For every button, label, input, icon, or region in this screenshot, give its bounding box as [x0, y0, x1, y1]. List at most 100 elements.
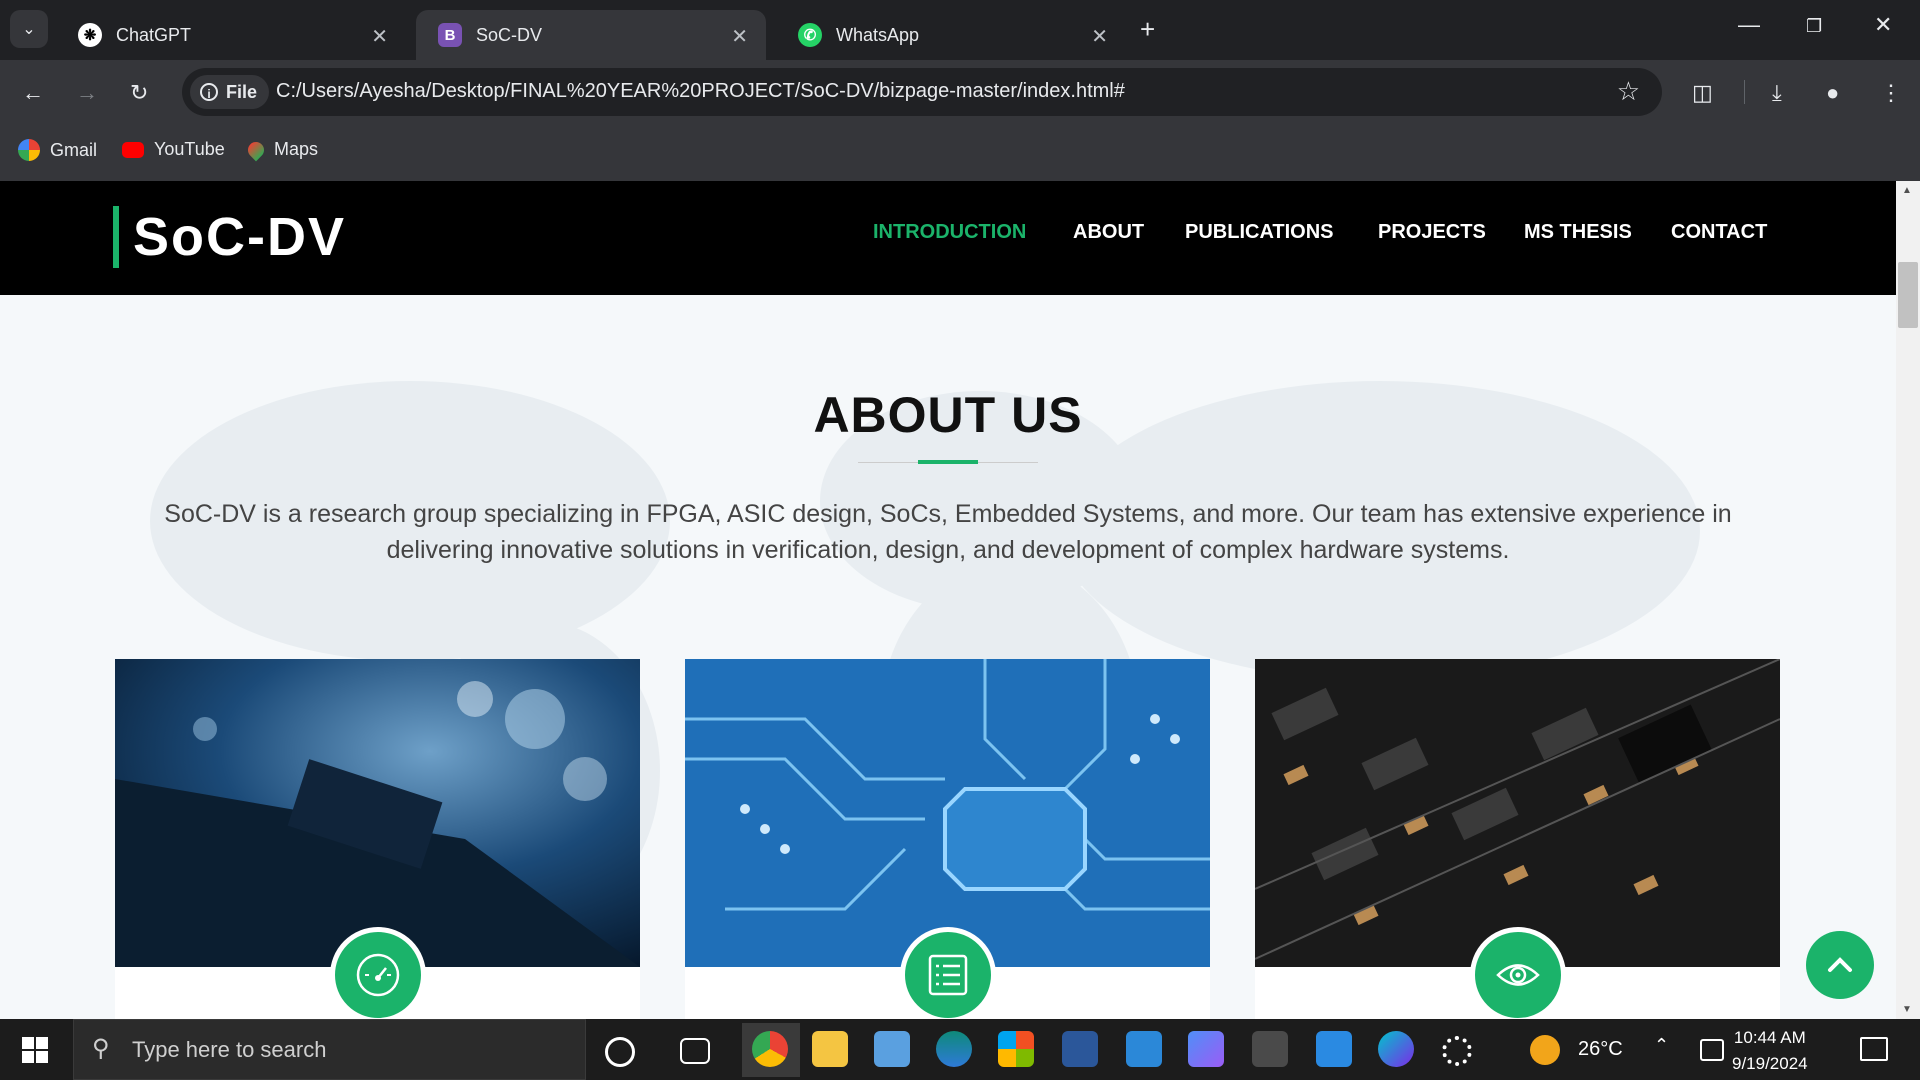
- info-icon: i: [200, 83, 218, 101]
- star-icon[interactable]: ☆: [1617, 76, 1640, 107]
- reload-button[interactable]: ↻: [130, 80, 148, 106]
- card-badge: [1470, 927, 1566, 1019]
- mail-icon[interactable]: [1126, 1031, 1162, 1067]
- forward-button[interactable]: →: [76, 80, 98, 106]
- bookmark-label: Maps: [274, 139, 319, 159]
- task-view-icon[interactable]: [680, 1038, 710, 1064]
- chevron-down-icon: ⌄: [22, 21, 36, 38]
- action-center-icon[interactable]: [1860, 1037, 1888, 1061]
- eye-icon: [1496, 964, 1540, 986]
- card-badge: [900, 927, 996, 1019]
- site-logo[interactable]: SoC-DV: [113, 206, 346, 268]
- tab-title: WhatsApp: [836, 24, 920, 45]
- download-icon[interactable]: ⤓: [1772, 80, 1782, 106]
- taskbar-search-box[interactable]: ⚲ Type here to search: [73, 1019, 586, 1080]
- tab-title: SoC-DV: [476, 24, 543, 45]
- about-card: [115, 659, 640, 1019]
- search-placeholder: Type here to search: [132, 1037, 327, 1062]
- close-window-button[interactable]: ✕: [1874, 12, 1892, 38]
- bookmark-gmail[interactable]: Gmail: [18, 139, 97, 161]
- bookmark-youtube[interactable]: YouTube: [122, 139, 225, 160]
- tab-soc-dv[interactable]: B SoC-DV ✕: [416, 10, 766, 60]
- clock-date: 9/19/2024: [1732, 1054, 1808, 1073]
- close-icon[interactable]: ✕: [731, 24, 748, 49]
- address-bar[interactable]: i File C:/Users/Ayesha/Desktop/FINAL%20Y…: [182, 68, 1662, 116]
- nav-publications[interactable]: PUBLICATIONS: [1185, 221, 1334, 244]
- tab-whatsapp[interactable]: ✆ WhatsApp ✕: [776, 10, 1126, 60]
- youtube-icon: [122, 141, 144, 158]
- windows-start-icon[interactable]: [22, 1037, 48, 1063]
- close-icon[interactable]: ✕: [1091, 24, 1108, 49]
- chevron-up-icon[interactable]: ⌃: [1654, 1035, 1669, 1056]
- scrollbar-thumb[interactable]: [1898, 262, 1918, 328]
- menu-icon[interactable]: ⋮: [1880, 80, 1902, 106]
- google-icon: [18, 139, 40, 161]
- app-icon[interactable]: [1252, 1031, 1288, 1067]
- toolbar-divider: [1744, 80, 1745, 104]
- edge-icon[interactable]: [936, 1031, 972, 1067]
- back-button[interactable]: ←: [22, 80, 44, 106]
- chrome-icon[interactable]: [752, 1031, 788, 1067]
- scroll-down-arrow[interactable]: ▼: [1902, 1004, 1912, 1015]
- card-image-circuit-board: [115, 659, 640, 967]
- word-icon[interactable]: [1062, 1031, 1098, 1067]
- chatgpt-icon: ❋: [78, 23, 102, 47]
- card-image-blue-pcb: [685, 659, 1210, 967]
- about-title: ABOUT US: [813, 387, 1083, 443]
- about-card: [685, 659, 1210, 1019]
- microsoft-store-icon[interactable]: [998, 1031, 1034, 1067]
- scroll-up-arrow[interactable]: ▲: [1902, 185, 1912, 196]
- url-text[interactable]: C:/Users/Ayesha/Desktop/FINAL%20YEAR%20P…: [276, 80, 1125, 103]
- minimize-button[interactable]: —: [1738, 12, 1760, 38]
- bookmark-maps[interactable]: Maps: [244, 138, 319, 161]
- chevron-up-icon: [1828, 957, 1852, 972]
- nav-about[interactable]: ABOUT: [1073, 221, 1144, 244]
- notification-center-icon[interactable]: [1700, 1039, 1724, 1061]
- nav-projects[interactable]: PROJECTS: [1378, 221, 1486, 244]
- back-to-top-button[interactable]: [1806, 931, 1874, 999]
- windows-taskbar: ⚲ Type here to search 26°C ⌃ 10:44 AM 9/…: [0, 1019, 1920, 1080]
- copilot-icon[interactable]: [1188, 1031, 1224, 1067]
- tab-strip: ⌄ ❋ ChatGPT ✕ B SoC-DV ✕ ✆ WhatsApp ✕ + …: [0, 0, 1920, 60]
- site-header: SoC-DV INTRODUCTION ABOUT PUBLICATIONS P…: [0, 181, 1896, 295]
- bookmark-label: YouTube: [154, 139, 225, 159]
- nav-introduction[interactable]: INTRODUCTION: [873, 221, 1026, 244]
- about-description: SoC-DV is a research group specializing …: [164, 500, 1732, 564]
- restore-button[interactable]: ❐: [1806, 16, 1822, 37]
- bookmarks-bar: Gmail YouTube Maps: [0, 122, 1920, 181]
- speedometer-icon: [356, 953, 400, 997]
- nav-ms-thesis[interactable]: MS THESIS: [1524, 221, 1632, 244]
- title-divider-accent: [918, 460, 978, 464]
- taskbar-clock[interactable]: 10:44 AM 9/19/2024: [1732, 1025, 1808, 1077]
- about-card: [1255, 659, 1780, 1019]
- close-icon[interactable]: ✕: [371, 24, 388, 49]
- cortana-icon[interactable]: [605, 1037, 635, 1067]
- search-icon: ⚲: [92, 1035, 110, 1062]
- weather-icon[interactable]: [1530, 1035, 1560, 1065]
- new-tab-button[interactable]: +: [1140, 14, 1155, 45]
- clock-time: 10:44 AM: [1733, 1028, 1806, 1047]
- nav-contact[interactable]: CONTACT: [1671, 221, 1767, 244]
- card-badge: [330, 927, 426, 1019]
- weather-temp[interactable]: 26°C: [1578, 1038, 1623, 1061]
- bootstrap-icon: B: [438, 23, 462, 47]
- tab-search-button[interactable]: ⌄: [10, 10, 48, 48]
- profile-icon[interactable]: ●: [1826, 80, 1839, 106]
- canva-icon[interactable]: [1378, 1031, 1414, 1067]
- my-computer-icon[interactable]: [874, 1031, 910, 1067]
- whatsapp-icon: ✆: [798, 23, 822, 47]
- browser-toolbar: ← → ↻ i File C:/Users/Ayesha/Desktop/FIN…: [0, 60, 1920, 122]
- site-info-chip[interactable]: i File: [190, 75, 270, 109]
- vscode-icon[interactable]: [1316, 1031, 1352, 1067]
- list-icon: [928, 954, 968, 996]
- file-explorer-icon[interactable]: [812, 1031, 848, 1067]
- card-image-dark-pcb: [1255, 659, 1780, 967]
- address-chip-label: File: [226, 81, 258, 102]
- settings-icon[interactable]: [1442, 1036, 1472, 1066]
- tab-title: ChatGPT: [116, 24, 192, 45]
- extensions-icon[interactable]: ◫: [1692, 80, 1713, 106]
- tab-chatgpt[interactable]: ❋ ChatGPT ✕: [56, 10, 406, 60]
- page-viewport: SoC-DV INTRODUCTION ABOUT PUBLICATIONS P…: [0, 181, 1896, 1019]
- maps-icon: [244, 138, 268, 161]
- bookmark-label: Gmail: [50, 139, 98, 160]
